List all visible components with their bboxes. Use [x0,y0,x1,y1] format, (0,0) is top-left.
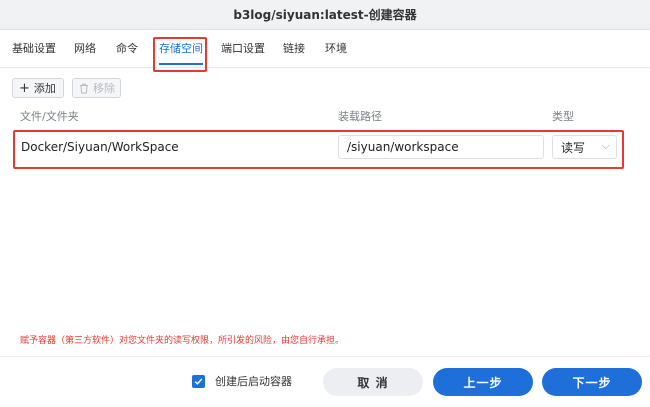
tab-storage[interactable]: 存储空间 [159,30,203,68]
column-header-type: 类型 [552,110,574,123]
column-header-folder: 文件/文件夹 [20,110,79,123]
chevron-down-icon: ⌵ [601,139,610,152]
tab-bar: 基础设置 网络 命令 存储空间 端口设置 链接 环境 [0,30,650,68]
add-button[interactable]: + 添加 [12,78,64,98]
tab-network[interactable]: 网络 [74,30,96,68]
tab-port-settings[interactable]: 端口设置 [221,30,265,68]
remove-button-label: 移除 [93,82,115,95]
cancel-button[interactable]: 取 消 [323,368,423,396]
start-after-create-checkbox[interactable] [192,375,205,388]
check-icon [194,378,203,385]
tab-environment[interactable]: 环境 [325,30,347,68]
previous-step-button[interactable]: 上一步 [433,368,533,396]
type-select-value: 读写 [561,140,586,155]
plus-icon: + [19,80,30,96]
start-after-create-label[interactable]: 创建后启动容器 [215,373,292,389]
add-button-label: 添加 [33,82,56,95]
tab-links[interactable]: 链接 [283,30,305,68]
remove-button[interactable]: 移除 [72,78,121,98]
type-select[interactable]: 读写 ⌵ [552,135,617,159]
window-title: b3log/siyuan:latest-创建容器 [0,0,650,30]
active-tab-indicator [159,63,203,65]
column-header-mount-path: 装载路径 [338,110,382,123]
tab-basic-settings[interactable]: 基础设置 [12,30,56,68]
trash-icon [79,83,89,94]
mount-path-input[interactable]: /siyuan/workspace [338,135,544,159]
risk-warning: 赋予容器（第三方软件）对您文件夹的读写权限，所引发的风险，由您自行承担。 [20,336,345,346]
next-step-button[interactable]: 下一步 [542,368,642,396]
tab-command[interactable]: 命令 [116,30,138,68]
folder-field[interactable]: Docker/Siyuan/WorkSpace [17,135,333,159]
tab-storage-label: 存储空间 [159,42,203,55]
